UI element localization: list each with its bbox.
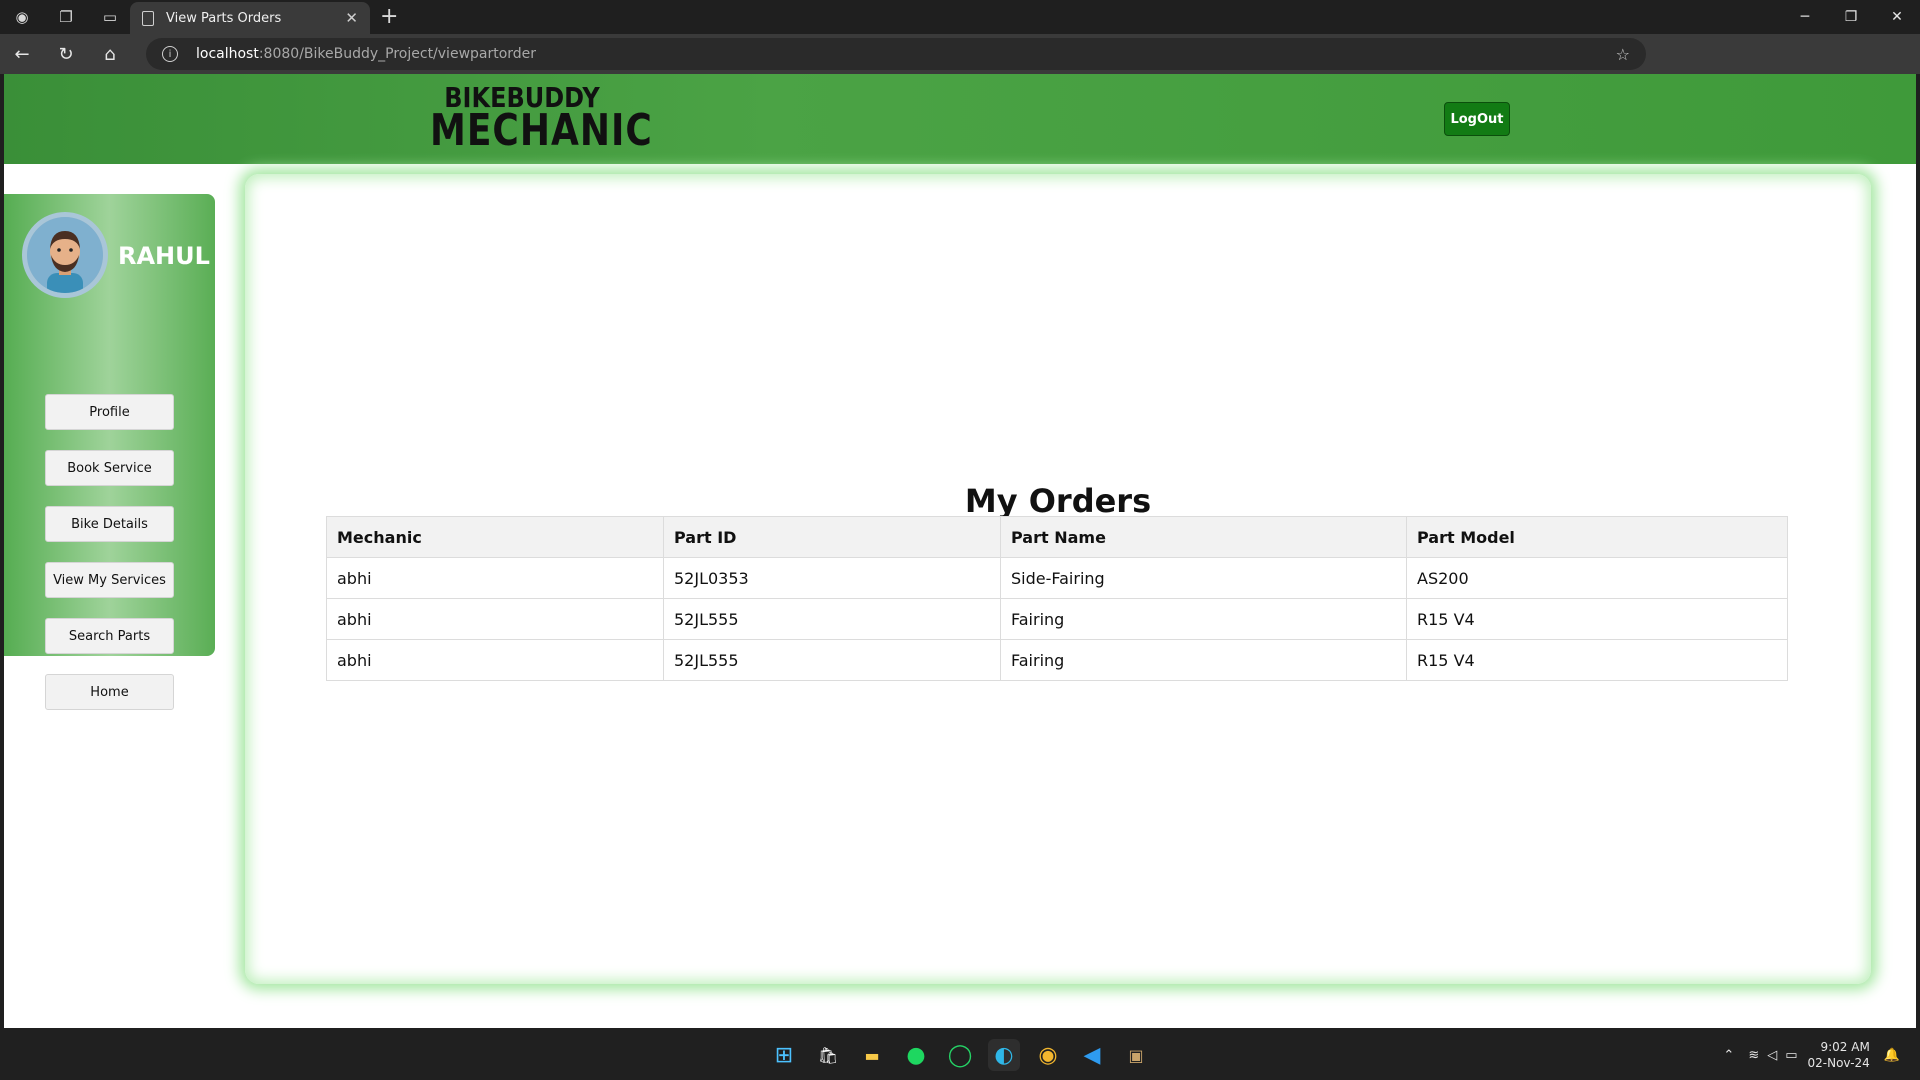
collections-icon[interactable]: ❐ xyxy=(44,0,88,34)
browser-tab-bar: ◉ ❐ ▭ View Parts Orders ✕ + ─ ❐ ✕ xyxy=(0,0,1920,34)
cell-part-model: AS200 xyxy=(1406,557,1788,599)
new-tab-button[interactable]: + xyxy=(380,4,398,29)
minimize-icon[interactable]: ─ xyxy=(1782,0,1828,34)
logout-button[interactable]: LogOut xyxy=(1444,102,1510,136)
cell-mechanic: abhi xyxy=(326,557,664,599)
url-path: :8080/BikeBuddy_Project/viewpartorder xyxy=(258,46,537,62)
chrome-icon[interactable]: ◉ xyxy=(1032,1039,1064,1071)
column-header-part-id: Part ID xyxy=(663,516,1001,558)
file-explorer-icon[interactable]: ▬ xyxy=(856,1039,888,1071)
table-row: abhi 52JL555 Fairing R15 V4 xyxy=(326,598,1788,640)
whatsapp-icon[interactable]: ◯ xyxy=(944,1039,976,1071)
orders-panel: My Orders Mechanic Part ID Part Name Par… xyxy=(245,174,1871,984)
cell-part-id: 52JL555 xyxy=(663,598,1001,640)
spotify-icon[interactable]: ● xyxy=(900,1039,932,1071)
profile-icon[interactable]: ◉ xyxy=(0,0,44,34)
address-bar-row: ← ↻ ⌂ i localhost :8080/BikeBuddy_Projec… xyxy=(0,34,1920,98)
column-header-part-name: Part Name xyxy=(1000,516,1407,558)
window-controls: ─ ❐ ✕ xyxy=(1782,0,1920,34)
profile-button[interactable]: Profile xyxy=(45,394,174,430)
page-icon xyxy=(142,10,154,26)
restore-icon[interactable]: ❐ xyxy=(1828,0,1874,34)
cell-part-name: Fairing xyxy=(1000,598,1407,640)
cell-part-model: R15 V4 xyxy=(1406,639,1788,681)
cell-mechanic: abhi xyxy=(326,639,664,681)
cell-mechanic: abhi xyxy=(326,598,664,640)
clock-time: 9:02 AM xyxy=(1820,1040,1870,1054)
logo-line-2: MECHANIC xyxy=(430,106,653,156)
table-row: abhi 52JL0353 Side-Fairing AS200 xyxy=(326,557,1788,599)
clock-date: 02-Nov-24 xyxy=(1807,1056,1870,1070)
browser-tab[interactable]: View Parts Orders ✕ xyxy=(130,2,370,34)
cell-part-model: R15 V4 xyxy=(1406,598,1788,640)
column-header-mechanic: Mechanic xyxy=(326,516,664,558)
home-button[interactable]: Home xyxy=(45,674,174,710)
windows-start-icon[interactable]: ⊞ xyxy=(768,1039,800,1071)
close-icon[interactable]: ✕ xyxy=(1874,0,1920,34)
web-page: BIKEBUDDY MECHANIC LogOut RAHUL Profile … xyxy=(4,74,1916,1028)
bike-details-button[interactable]: Bike Details xyxy=(45,506,174,542)
favorite-star-icon[interactable]: ☆ xyxy=(1616,45,1630,64)
cell-part-name: Side-Fairing xyxy=(1000,557,1407,599)
orders-table: Mechanic Part ID Part Name Part Model ab… xyxy=(326,516,1788,681)
table-header-row: Mechanic Part ID Part Name Part Model xyxy=(326,516,1788,558)
tab-title: View Parts Orders xyxy=(166,10,282,26)
tab-actions-icon[interactable]: ▭ xyxy=(88,0,132,34)
url-field[interactable]: i localhost :8080/BikeBuddy_Project/view… xyxy=(146,38,1646,70)
page-title: My Orders xyxy=(964,482,1152,520)
back-icon[interactable]: ← xyxy=(0,34,44,74)
url-host: localhost xyxy=(196,46,259,62)
avatar xyxy=(22,212,108,298)
close-tab-icon[interactable]: ✕ xyxy=(345,9,358,27)
username: RAHUL xyxy=(118,242,210,270)
cell-part-name: Fairing xyxy=(1000,639,1407,681)
wifi-icon[interactable]: ≋ xyxy=(1748,1048,1759,1063)
book-service-button[interactable]: Book Service xyxy=(45,450,174,486)
cell-part-id: 52JL0353 xyxy=(663,557,1001,599)
notification-bell-icon[interactable]: 🔔 xyxy=(1884,1048,1900,1063)
table-row: abhi 52JL555 Fairing R15 V4 xyxy=(326,639,1788,681)
battery-icon[interactable]: ▭ xyxy=(1785,1048,1797,1063)
app-icon[interactable]: ▣ xyxy=(1120,1039,1152,1071)
home-icon[interactable]: ⌂ xyxy=(88,34,132,74)
clock[interactable]: 9:02 AM 02-Nov-24 xyxy=(1808,1039,1870,1071)
view-my-services-button[interactable]: View My Services xyxy=(45,562,174,598)
search-parts-button[interactable]: Search Parts xyxy=(45,618,174,654)
chevron-up-icon[interactable]: ⌃ xyxy=(1723,1048,1734,1063)
taskbar: ⊞ 🛍 ▬ ● ◯ ◐ ◉ ◀ ▣ ⌃ ≋ ◁ ▭ 9:02 AM 02-Nov… xyxy=(0,1030,1920,1080)
system-tray: ⌃ ≋ ◁ ▭ 9:02 AM 02-Nov-24 🔔 xyxy=(1723,1030,1920,1080)
site-info-icon[interactable]: i xyxy=(162,46,178,62)
site-logo: BIKEBUDDY MECHANIC xyxy=(430,84,653,156)
edge-icon[interactable]: ◐ xyxy=(988,1039,1020,1071)
volume-icon[interactable]: ◁ xyxy=(1767,1048,1777,1063)
sidebar: RAHUL Profile Book Service Bike Details … xyxy=(4,194,215,710)
refresh-icon[interactable]: ↻ xyxy=(44,34,88,74)
site-header: BIKEBUDDY MECHANIC LogOut xyxy=(4,74,1916,164)
vscode-icon[interactable]: ◀ xyxy=(1076,1039,1108,1071)
column-header-part-model: Part Model xyxy=(1406,516,1788,558)
cell-part-id: 52JL555 xyxy=(663,639,1001,681)
store-icon[interactable]: 🛍 xyxy=(812,1039,844,1071)
